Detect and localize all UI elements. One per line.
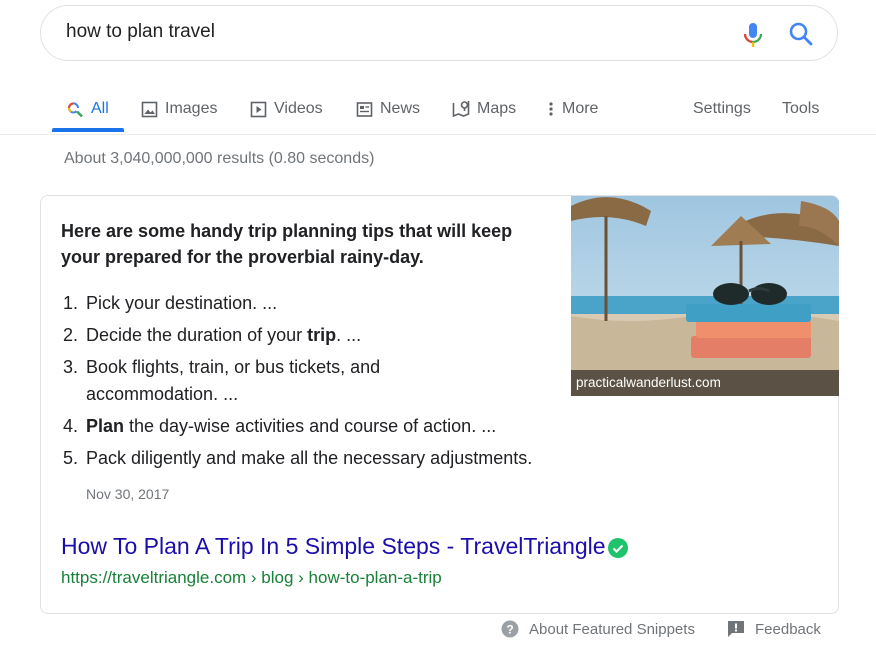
featured-snippet: Here are some handy trip planning tips t… [40, 195, 839, 614]
search-tabs: All Images Videos News Maps More Setting… [0, 86, 876, 135]
microphone-icon[interactable] [741, 21, 765, 49]
map-icon [452, 100, 470, 118]
tab-settings[interactable]: Settings [693, 86, 751, 132]
step-number: 4. [63, 416, 79, 436]
step-text-post: . ... [336, 325, 362, 345]
help-icon: ? [501, 620, 519, 638]
active-tab-indicator [52, 128, 124, 132]
step-number: 5. [63, 448, 79, 468]
list-item: 4. Plan the day-wise activities and cours… [61, 413, 601, 440]
tab-tools[interactable]: Tools [782, 86, 819, 132]
tab-label: More [562, 100, 599, 117]
result-url[interactable]: https://traveltriangle.com › blog › how-… [61, 568, 442, 588]
image-source-caption: practicalwanderlust.com [571, 370, 839, 396]
tab-images[interactable]: Images [140, 86, 217, 132]
step-bold: Plan [86, 416, 125, 436]
snippet-heading: Here are some handy trip planning tips t… [61, 221, 513, 267]
feedback-icon [727, 620, 745, 638]
feedback-label: Feedback [755, 620, 821, 638]
tab-label: Images [165, 100, 218, 117]
search-input[interactable]: how to plan travel [66, 21, 215, 43]
verified-check-icon [607, 537, 628, 558]
step-text: Book flights, train, or bus tickets, and… [86, 357, 381, 404]
step-number: 2. [63, 325, 79, 345]
tab-label: All [91, 100, 109, 117]
result-title-link[interactable]: How To Plan A Trip In 5 Simple Steps - T… [61, 533, 628, 560]
tab-label: Settings [693, 100, 751, 117]
more-vert-icon [546, 100, 556, 118]
step-text-post: the day-wise activities and course of ac… [124, 416, 497, 436]
result-title-text: How To Plan A Trip In 5 Simple Steps - T… [61, 533, 606, 559]
search-bar[interactable]: how to plan travel [40, 5, 838, 61]
image-icon [140, 100, 158, 118]
step-text: Decide the duration of your [86, 325, 308, 345]
tab-all[interactable]: All [66, 86, 109, 132]
tab-news[interactable]: News [355, 86, 420, 132]
tab-label: Videos [274, 100, 323, 117]
step-text: Pack diligently and make all the necessa… [86, 448, 533, 468]
svg-text:?: ? [506, 623, 513, 637]
tab-label: Maps [477, 100, 517, 117]
beach-books-image [571, 196, 839, 396]
about-featured-snippets-link[interactable]: ? About Featured Snippets [501, 620, 695, 638]
list-item: 1. Pick your destination. ... [61, 290, 601, 317]
snippet-steps: 1. Pick your destination. ... 2. Decide th… [61, 290, 601, 477]
tab-videos[interactable]: Videos [249, 86, 323, 132]
about-featured-snippets-label: About Featured Snippets [529, 620, 695, 638]
step-bold: trip [307, 325, 337, 345]
step-number: 1. [63, 293, 79, 313]
search-submit-icon[interactable] [788, 21, 814, 47]
video-icon [249, 100, 267, 118]
list-item: 5. Pack diligently and make all the neces… [61, 445, 601, 472]
step-number: 3. [63, 357, 79, 377]
tab-more[interactable]: More [546, 86, 598, 132]
news-icon [355, 100, 373, 118]
feedback-link[interactable]: Feedback [727, 620, 821, 638]
snippet-date: Nov 30, 2017 [86, 486, 170, 502]
tab-label: Tools [782, 100, 820, 117]
search-icon [66, 100, 84, 118]
results-count: About 3,040,000,000 results (0.80 second… [64, 150, 375, 167]
list-item: 3. Book flights, train, or bus tickets, a… [61, 354, 446, 408]
list-item: 2. Decide the duration of your trip. ... [61, 322, 601, 349]
tab-maps[interactable]: Maps [452, 86, 516, 132]
step-text: Pick your destination. ... [86, 293, 278, 313]
snippet-image[interactable]: practicalwanderlust.com [571, 196, 839, 396]
tab-label: News [380, 100, 421, 117]
